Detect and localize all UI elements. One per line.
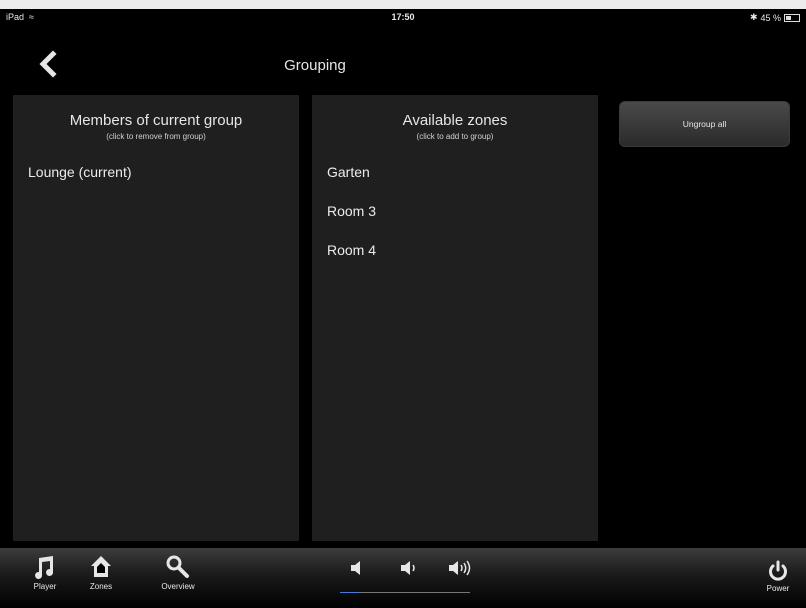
available-list: Garten Room 3 Room 4 (312, 153, 598, 270)
power-icon (769, 560, 787, 581)
status-time: 17:50 (391, 12, 415, 22)
power-button[interactable]: Power (763, 560, 793, 593)
speaker-icon (351, 561, 360, 575)
zone-item[interactable]: Room 3 (312, 192, 598, 231)
status-bar: iPad ≈ 17:50 ✱ 45 % (0, 9, 806, 29)
power-label: Power (766, 584, 790, 593)
volume-mute-button[interactable] (350, 560, 364, 581)
zones-tab[interactable]: Zones (86, 554, 116, 591)
page-title: Grouping (284, 57, 346, 74)
zone-item[interactable]: Room 4 (312, 231, 598, 270)
app-screen: iPad ≈ 17:50 ✱ 45 % Grouping Members of … (0, 9, 806, 608)
ungroup-all-button[interactable]: Ungroup all (619, 101, 790, 147)
battery-icon (784, 13, 800, 22)
battery-text: 45 % (760, 12, 781, 23)
bluetooth-icon: ✱ (749, 12, 758, 22)
speaker-high-icon (449, 560, 471, 576)
speaker-low-icon (401, 561, 415, 575)
zone-item[interactable]: Garten (312, 153, 598, 192)
members-list: Lounge (current) (13, 153, 299, 192)
members-title: Members of current group (69, 112, 243, 129)
status-battery: ✱ 45 % (750, 12, 800, 23)
volume-down-button[interactable] (400, 560, 420, 581)
player-label: Player (33, 582, 57, 591)
available-panel: Available zones (click to add to group) … (312, 95, 598, 541)
volume-up-button[interactable] (448, 560, 472, 581)
available-subtitle: (click to add to group) (416, 132, 494, 141)
player-tab[interactable]: Player (30, 554, 60, 591)
member-item[interactable]: Lounge (current) (13, 153, 299, 192)
bottom-toolbar: Player Zones Overview Power (0, 548, 806, 608)
zones-label: Zones (89, 582, 113, 591)
home-icon (91, 556, 111, 577)
overview-tab[interactable]: Overview (155, 554, 201, 591)
volume-level-fill (340, 592, 360, 593)
members-subtitle: (click to remove from group) (106, 132, 206, 141)
music-note-icon (35, 556, 54, 579)
available-title: Available zones (402, 112, 508, 129)
volume-slider[interactable] (340, 592, 470, 593)
overview-label: Overview (161, 582, 195, 591)
members-panel: Members of current group (click to remov… (13, 95, 299, 541)
magnifier-icon (166, 555, 189, 578)
